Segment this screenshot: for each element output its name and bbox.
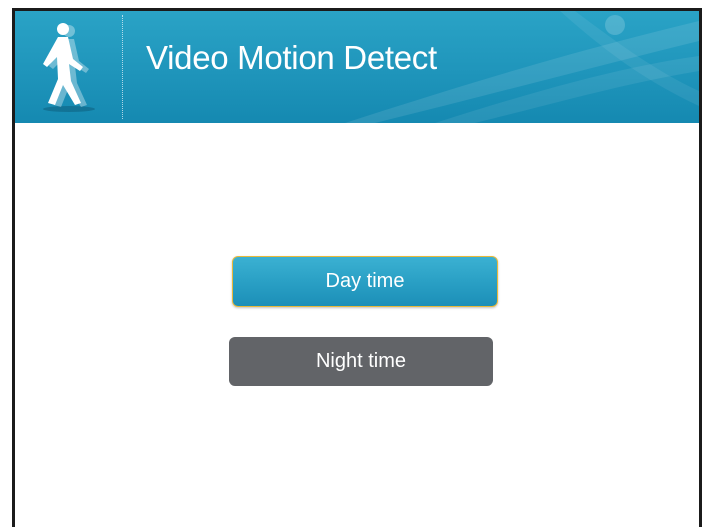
header-divider xyxy=(122,15,123,119)
night-time-button[interactable]: Night time xyxy=(229,337,493,386)
app-window: Video Motion Detect Day time Night time xyxy=(12,8,702,527)
page-title: Video Motion Detect xyxy=(146,39,437,76)
walking-person-icon xyxy=(43,23,95,112)
day-time-button[interactable]: Day time xyxy=(232,256,498,307)
page-header: Video Motion Detect xyxy=(15,11,699,123)
